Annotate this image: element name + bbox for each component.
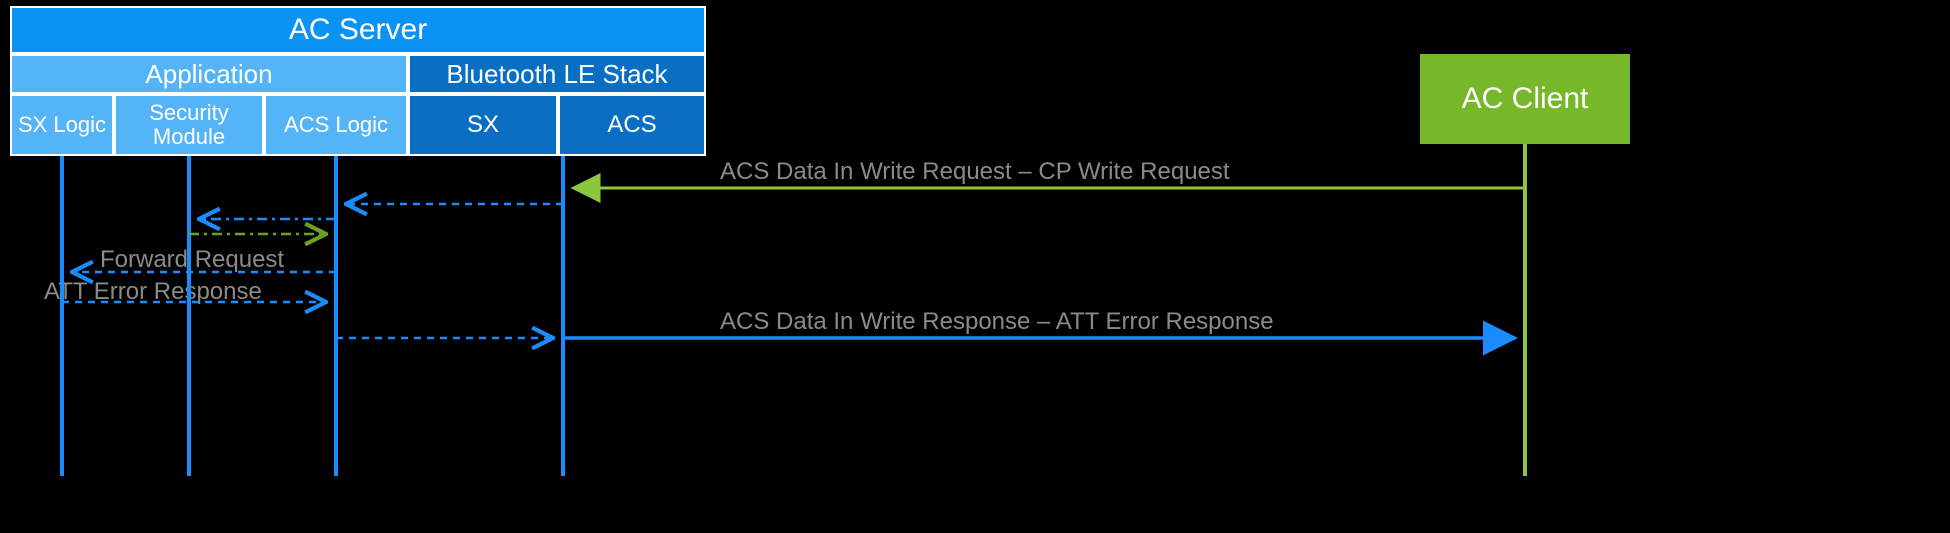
sx-logic-cell: SX Logic [10,94,114,156]
ble-stack-title: Bluetooth LE Stack [408,54,706,94]
msg-att-error-label: ATT Error Response [44,278,262,306]
msg-forward-request-label: Forward Request [100,246,284,274]
acs-cell: ACS [558,94,706,156]
ac-server-title: AC Server [10,6,706,54]
sequence-diagram: AC Server Application Bluetooth LE Stack… [0,0,1950,533]
application-title: Application [10,54,408,94]
acs-logic-cell: ACS Logic [264,94,408,156]
ac-client-box: AC Client [1420,54,1630,144]
msg-response-label: ACS Data In Write Response – ATT Error R… [720,308,1274,336]
security-module-cell: Security Module [114,94,264,156]
sx-cell: SX [408,94,558,156]
msg-request-label: ACS Data In Write Request – CP Write Req… [720,158,1230,186]
